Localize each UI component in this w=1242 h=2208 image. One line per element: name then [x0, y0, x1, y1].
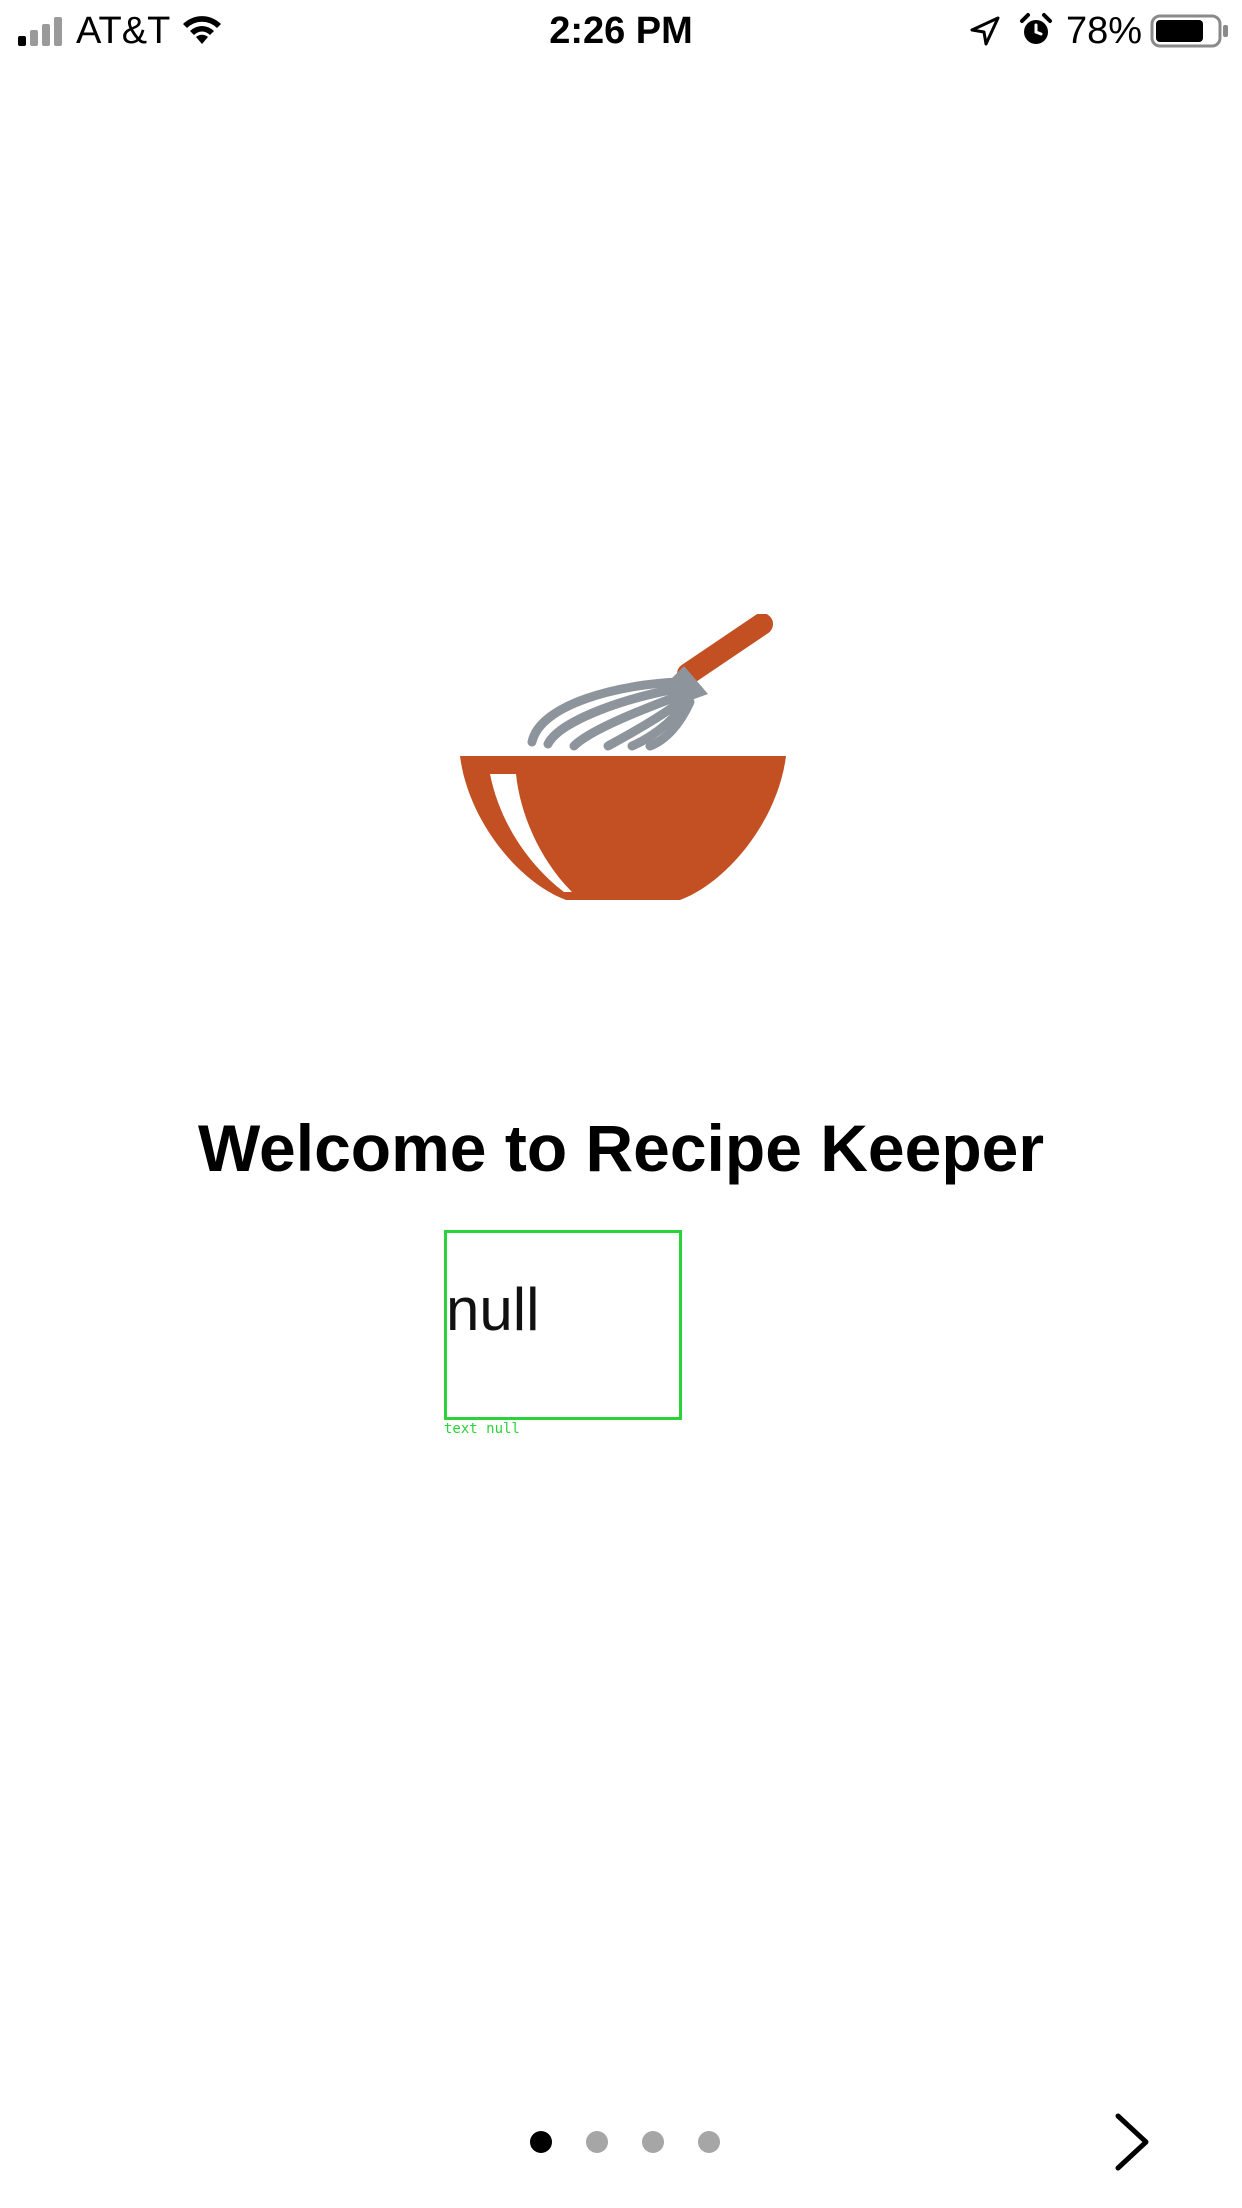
page-dot-3[interactable] — [642, 2131, 664, 2153]
welcome-subtitle: null — [446, 1276, 540, 1343]
whisk-wires — [527, 677, 695, 751]
location-arrow-icon — [970, 16, 1000, 46]
alarm-icon — [1020, 13, 1052, 44]
page-dot-1[interactable] — [530, 2131, 552, 2153]
page-dot-4[interactable] — [698, 2131, 720, 2153]
whisk-handle — [677, 614, 773, 685]
welcome-title: Welcome to Recipe Keeper — [197, 1111, 1045, 1185]
status-time: 2:26 PM — [549, 10, 693, 52]
mixing-bowl-whisk-icon — [460, 614, 786, 900]
debug-caption: text null — [444, 1421, 520, 1437]
chevron-right-icon[interactable] — [1106, 2112, 1156, 2172]
status-bar: AT&T 2:26 PM 78% — [0, 0, 1242, 62]
battery-icon — [1150, 14, 1228, 48]
page-dot-2[interactable] — [586, 2131, 608, 2153]
page-indicator[interactable] — [530, 2130, 720, 2154]
battery-percent: 78% — [1066, 10, 1143, 52]
